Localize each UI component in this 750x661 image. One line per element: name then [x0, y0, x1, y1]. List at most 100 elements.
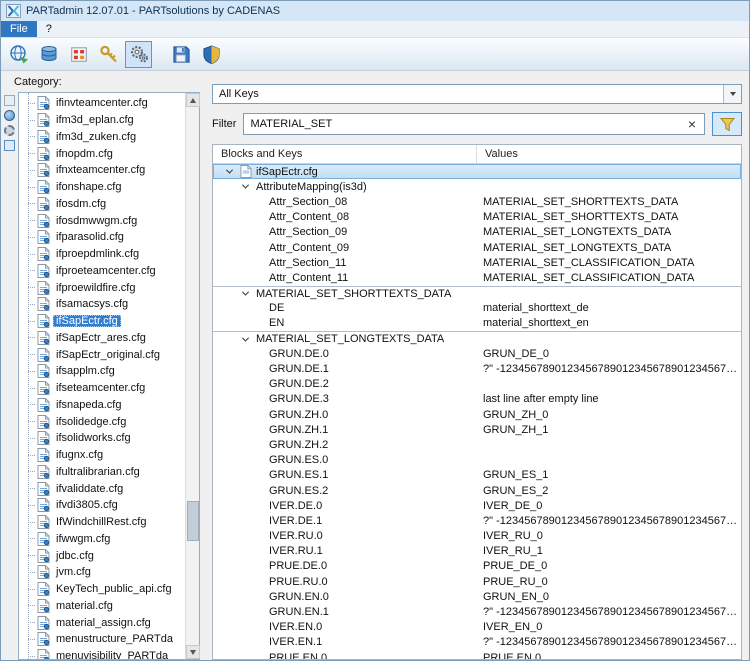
category-item-label: ifSapEctr_original.cfg	[53, 349, 163, 361]
table-row[interactable]: GRUN.DE.0 GRUN_DE_0	[213, 346, 741, 361]
category-item[interactable]: ifugnx.cfg	[19, 447, 185, 464]
expander-icon[interactable]	[226, 167, 233, 174]
side-strip-sphere-icon[interactable]	[4, 110, 15, 121]
scroll-up-button[interactable]	[186, 93, 200, 107]
table-row[interactable]: IVER.EN.1 ?" -12345678901234567890123456…	[213, 635, 741, 650]
category-item[interactable]: ifsnapeda.cfg	[19, 397, 185, 414]
category-item[interactable]: menustructure_PARTda	[19, 631, 185, 648]
menu-help[interactable]: ?	[37, 21, 61, 37]
table-row[interactable]: GRUN.EN.0 GRUN_EN_0	[213, 589, 741, 604]
category-item[interactable]: ifvaliddate.cfg	[19, 480, 185, 497]
category-item[interactable]: ifvdi3805.cfg	[19, 497, 185, 514]
table-row[interactable]: GRUN.DE.2	[213, 377, 741, 392]
category-item[interactable]: ifinvteamcenter.cfg	[19, 95, 185, 112]
globe-update-icon[interactable]	[5, 41, 32, 68]
shield-icon[interactable]	[198, 41, 225, 68]
table-row[interactable]: PRUE.RU.0 PRUE_RU_0	[213, 574, 741, 589]
table-row[interactable]: GRUN.ES.2 GRUN_ES_2	[213, 483, 741, 498]
table-row[interactable]: GRUN.ES.1 GRUN_ES_1	[213, 468, 741, 483]
index-table-icon[interactable]	[65, 41, 92, 68]
scrollbar-thumb[interactable]	[187, 501, 199, 541]
filter-input[interactable]: MATERIAL_SET ×	[243, 113, 705, 135]
category-item[interactable]: ifproewildfire.cfg	[19, 279, 185, 296]
category-item[interactable]: ifm3d_eplan.cfg	[19, 112, 185, 129]
table-row[interactable]: Attr_Section_08 MATERIAL_SET_SHORTTEXTS_…	[213, 194, 741, 209]
table-row[interactable]: GRUN.DE.1 ?" -12345678901234567890123456…	[213, 361, 741, 376]
table-row[interactable]: GRUN.ES.0	[213, 453, 741, 468]
table-row[interactable]: Attr_Section_09 MATERIAL_SET_LONGTEXTS_D…	[213, 225, 741, 240]
category-item[interactable]: KeyTech_public_api.cfg	[19, 581, 185, 598]
combobox-dropdown-button[interactable]	[723, 85, 741, 103]
category-item[interactable]: ifSapEctr_ares.cfg	[19, 330, 185, 347]
table-row[interactable]: DE material_shorttext_de	[213, 301, 741, 316]
category-item[interactable]: ifnopdm.cfg	[19, 145, 185, 162]
table-row[interactable]: Attr_Section_11 MATERIAL_SET_CLASSIFICAT…	[213, 255, 741, 270]
table-row[interactable]: PRUE.DE.0 PRUE_DE_0	[213, 559, 741, 574]
side-strip-page-icon[interactable]	[4, 95, 15, 106]
gears-settings-icon[interactable]	[125, 41, 152, 68]
table-row[interactable]: GRUN.DE.3 last line after empty line	[213, 392, 741, 407]
clear-filter-icon[interactable]: ×	[686, 117, 698, 131]
table-row[interactable]: MATERIAL_SET_LONGTEXTS_DATA	[213, 331, 741, 346]
save-icon[interactable]	[168, 41, 195, 68]
category-item[interactable]: ifSapEctr_original.cfg	[19, 346, 185, 363]
category-item[interactable]: ifonshape.cfg	[19, 179, 185, 196]
category-item[interactable]: ifseteamcenter.cfg	[19, 380, 185, 397]
table-row[interactable]: AttributeMapping(is3d)	[213, 179, 741, 194]
category-item[interactable]: jvm.cfg	[19, 564, 185, 581]
category-item[interactable]: ifultralibrarian.cfg	[19, 464, 185, 481]
table-row[interactable]: IVER.RU.1 IVER_RU_1	[213, 544, 741, 559]
table-row[interactable]: EN material_shorttext_en	[213, 316, 741, 331]
category-item[interactable]: jdbc.cfg	[19, 547, 185, 564]
category-item[interactable]: ifsamacsys.cfg	[19, 296, 185, 313]
category-item[interactable]: ifosdm.cfg	[19, 196, 185, 213]
category-item[interactable]: ifparasolid.cfg	[19, 229, 185, 246]
category-item[interactable]: ifsolidedge.cfg	[19, 413, 185, 430]
side-strip-gear-icon[interactable]	[4, 125, 15, 136]
category-item[interactable]: ifsapplm.cfg	[19, 363, 185, 380]
category-item[interactable]: IfWindchillRest.cfg	[19, 514, 185, 531]
table-row[interactable]: IVER.RU.0 IVER_RU_0	[213, 529, 741, 544]
category-scrollbar[interactable]	[185, 93, 199, 659]
table-row[interactable]: GRUN.ZH.1 GRUN_ZH_1	[213, 422, 741, 437]
value-cell: GRUN_ZH_0	[477, 409, 741, 421]
table-row[interactable]: GRUN.ZH.0 GRUN_ZH_0	[213, 407, 741, 422]
key-cell: GRUN.ES.1	[213, 469, 477, 481]
table-row[interactable]: IVER.EN.0 IVER_EN_0	[213, 620, 741, 635]
table-row[interactable]: GRUN.EN.1 ?" -12345678901234567890123456…	[213, 604, 741, 619]
category-item[interactable]: material_assign.cfg	[19, 614, 185, 631]
table-row[interactable]: MATERIAL_SET_SHORTTEXTS_DATA	[213, 286, 741, 301]
table-row[interactable]: Attr_Content_09 MATERIAL_SET_LONGTEXTS_D…	[213, 240, 741, 255]
category-item[interactable]: ifproeteamcenter.cfg	[19, 263, 185, 280]
table-row[interactable]: IVER.DE.1 ?" -12345678901234567890123456…	[213, 513, 741, 528]
side-strip-config-icon[interactable]	[4, 140, 15, 151]
column-header-keys[interactable]: Blocks and Keys	[213, 145, 477, 163]
menu-file[interactable]: File	[1, 21, 37, 37]
key-cell: GRUN.DE.2	[213, 378, 477, 390]
expander-icon[interactable]	[242, 334, 249, 341]
category-item[interactable]: ifm3d_zuken.cfg	[19, 129, 185, 146]
expander-icon[interactable]	[242, 182, 249, 189]
expander-icon[interactable]	[242, 289, 249, 296]
category-item[interactable]: material.cfg	[19, 598, 185, 615]
keys-combobox[interactable]: All Keys	[212, 84, 742, 104]
database-icon[interactable]	[35, 41, 62, 68]
category-item[interactable]: ifSapEctr.cfg	[19, 313, 185, 330]
table-row[interactable]: ifSapEctr.cfg	[213, 164, 741, 179]
table-row[interactable]: Attr_Content_11 MATERIAL_SET_CLASSIFICAT…	[213, 270, 741, 285]
table-row[interactable]: GRUN.ZH.2	[213, 437, 741, 452]
column-header-values[interactable]: Values	[477, 145, 741, 163]
category-item[interactable]: ifproepdmlink.cfg	[19, 246, 185, 263]
key-icon[interactable]	[95, 41, 122, 68]
key-label: GRUN.EN.1	[269, 606, 329, 618]
table-row[interactable]: PRUE.EN.0 PRUE.EN.0	[213, 650, 741, 659]
category-item[interactable]: ifwwgm.cfg	[19, 531, 185, 548]
category-item[interactable]: ifosdmwwgm.cfg	[19, 212, 185, 229]
table-row[interactable]: Attr_Content_08 MATERIAL_SET_SHORTTEXTS_…	[213, 210, 741, 225]
scroll-down-button[interactable]	[186, 645, 200, 659]
category-item[interactable]: menuvisibility_PARTda	[19, 648, 185, 659]
table-row[interactable]: IVER.DE.0 IVER_DE_0	[213, 498, 741, 513]
apply-filter-button[interactable]	[712, 112, 742, 136]
category-item[interactable]: ifsolidworks.cfg	[19, 430, 185, 447]
category-item[interactable]: ifnxteamcenter.cfg	[19, 162, 185, 179]
